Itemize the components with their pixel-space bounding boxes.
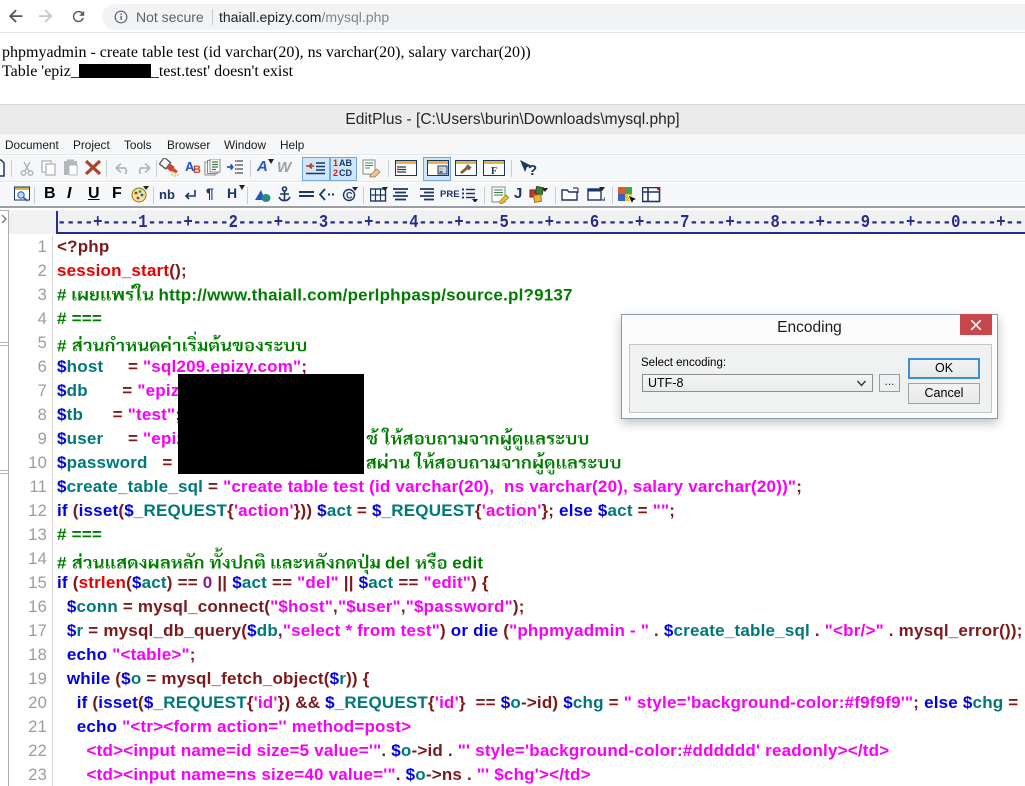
svg-text:C: C (346, 191, 353, 201)
svg-text:F: F (491, 166, 497, 177)
svg-text:?: ? (528, 162, 537, 178)
